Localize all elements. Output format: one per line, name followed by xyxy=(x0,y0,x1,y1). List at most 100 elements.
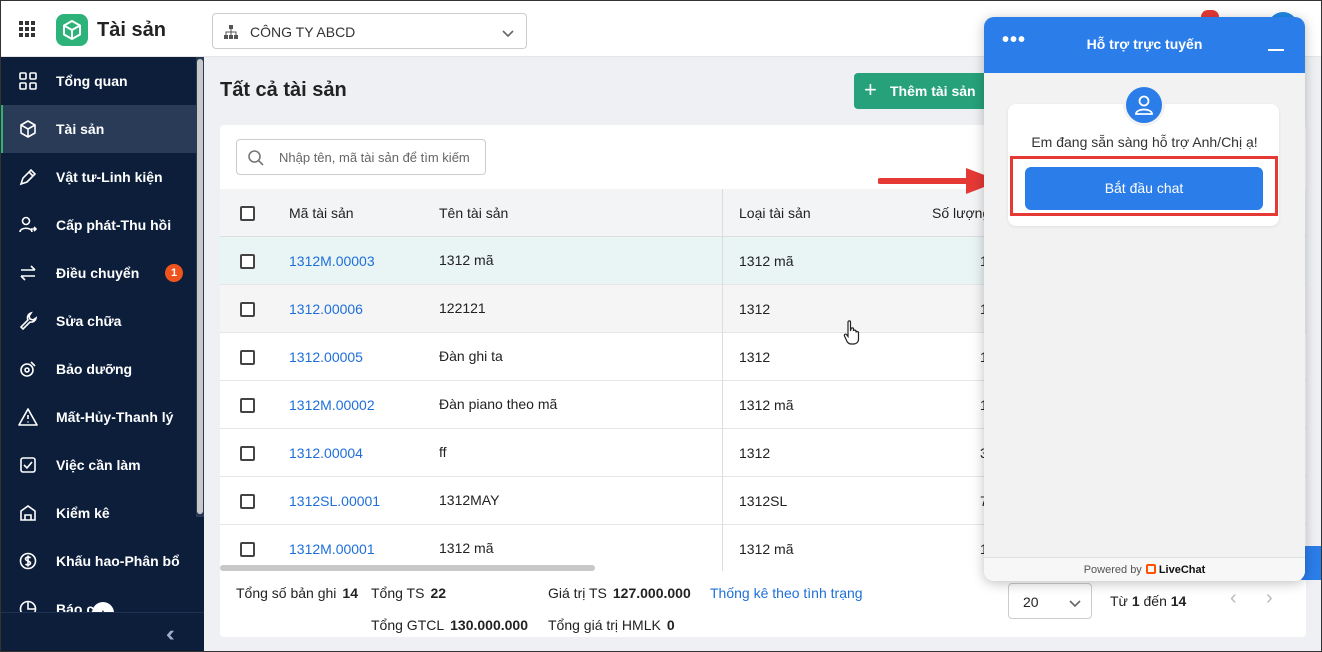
sidebar-item-label: Cấp phát-Thu hồi xyxy=(56,217,172,233)
sidebar-item-kiem-ke[interactable]: Kiểm kê xyxy=(0,489,196,537)
row-checkbox[interactable] xyxy=(240,254,255,269)
select-all-checkbox[interactable] xyxy=(240,206,255,221)
search-input[interactable]: Nhập tên, mã tài sản để tìm kiếm xyxy=(236,139,486,175)
sidebar-item-sua-chua[interactable]: Sửa chữa xyxy=(0,297,196,345)
column-header-type[interactable]: Loại tài sản xyxy=(739,205,811,221)
asset-type: 1312 mã xyxy=(739,541,794,557)
total-records: Tổng số bản ghi 14 xyxy=(236,585,358,601)
chat-welcome-message: Em đang sẵn sàng hỗ trợ Anh/Chị ạ! xyxy=(1031,134,1258,150)
wrench-icon xyxy=(18,311,38,331)
sidebar-item-dieu-chuyen[interactable]: Điều chuyển 1 xyxy=(0,249,196,297)
company-name: CÔNG TY ABCD xyxy=(250,24,356,40)
stats-by-status-link[interactable]: Thống kê theo tình trạng xyxy=(710,585,863,601)
sidebar-item-viec-can-lam[interactable]: Việc cần làm xyxy=(0,441,196,489)
search-icon xyxy=(247,149,265,170)
sidebar-item-label: Vật tư-Linh kiện xyxy=(56,169,163,185)
asset-value: Giá trị TS 127.000.000 xyxy=(548,585,691,601)
next-page-icon[interactable]: › xyxy=(1266,587,1273,610)
count-badge: 1 xyxy=(165,264,183,282)
sidebar-item-cap-phat[interactable]: Cấp phát-Thu hồi xyxy=(0,201,196,249)
add-asset-label: Thêm tài sản xyxy=(890,83,976,99)
row-checkbox[interactable] xyxy=(240,446,255,461)
column-header-quantity[interactable]: Số lượng xyxy=(932,205,990,221)
row-checkbox[interactable] xyxy=(240,302,255,317)
sidebar-item-mat-huy[interactable]: Mất-Hủy-Thanh lý xyxy=(0,393,196,441)
company-selector[interactable]: CÔNG TY ABCD xyxy=(212,13,527,49)
add-asset-button[interactable]: + Thêm tài sản xyxy=(854,73,994,109)
total-gtcl: Tổng GTCL 130.000.000 xyxy=(371,617,528,633)
livechat-logo-icon xyxy=(1145,564,1156,574)
asset-code-link[interactable]: 1312.00006 xyxy=(289,301,363,317)
app-title: Tài sản xyxy=(97,19,166,41)
asset-type: 1312 xyxy=(739,349,771,365)
collapse-sidebar-icon[interactable]: ‹‹ xyxy=(166,621,174,647)
sidebar-scroll-thumb[interactable] xyxy=(197,59,203,514)
asset-type: 1312 xyxy=(739,445,771,461)
asset-code-link[interactable]: 1312.00004 xyxy=(289,445,363,461)
livechat-widget: ••• Hỗ trợ trực tuyến Em đang sẵn sàng h… xyxy=(984,17,1305,581)
asset-type: 1312 mã xyxy=(739,253,794,269)
page-size-select[interactable]: 20 xyxy=(1008,583,1092,619)
column-header-code[interactable]: Mã tài sản xyxy=(289,205,354,221)
asset-name: 122121 xyxy=(439,300,486,316)
asset-code-link[interactable]: 1312M.00001 xyxy=(289,541,375,557)
sidebar-item-label: Khấu hao-Phân bổ xyxy=(56,553,180,569)
sidebar-item-khau-hao[interactable]: Khấu hao-Phân bổ xyxy=(0,537,196,585)
dollar-icon xyxy=(18,551,38,571)
highlight-box xyxy=(1010,156,1278,216)
inventory-icon xyxy=(18,503,38,523)
page-size-value: 20 xyxy=(1023,594,1039,610)
asset-type: 1312 mã xyxy=(739,397,794,413)
chevron-down-icon xyxy=(502,26,514,42)
asset-name: Đàn piano theo mã xyxy=(439,396,558,412)
column-divider xyxy=(722,189,723,573)
sidebar-item-label: Việc cần làm xyxy=(56,457,141,473)
sidebar-item-label: Bảo dưỡng xyxy=(56,361,133,377)
sidebar-item-label: Mất-Hủy-Thanh lý xyxy=(56,409,174,425)
asset-name: 1312MAY xyxy=(439,492,500,508)
row-checkbox[interactable] xyxy=(240,350,255,365)
chat-title: Hỗ trợ trực tuyến xyxy=(1086,36,1203,52)
maintenance-icon xyxy=(18,359,38,379)
sidebar-item-tong-quan[interactable]: Tổng quan xyxy=(0,57,196,105)
warning-icon xyxy=(18,407,38,427)
powered-by-footer[interactable]: Powered by LiveChat xyxy=(984,557,1305,581)
chat-header: ••• Hỗ trợ trực tuyến xyxy=(984,17,1305,73)
asset-code-link[interactable]: 1312SL.00001 xyxy=(289,493,380,509)
page-title: Tất cả tài sản xyxy=(220,79,347,101)
total-assets: Tổng TS 22 xyxy=(371,585,447,601)
asset-type: 1312SL xyxy=(739,493,788,509)
pagination-range: Từ 1 đến 14 xyxy=(1110,593,1187,609)
sidebar: Tổng quan Tài sản Vật tư-Linh kiện Cấp p… xyxy=(0,57,204,652)
asset-code-link[interactable]: 1312.00005 xyxy=(289,349,363,365)
chevron-down-icon xyxy=(1069,596,1081,612)
agent-avatar-icon xyxy=(1123,84,1165,126)
dashboard-icon xyxy=(18,71,38,91)
org-chart-icon xyxy=(223,24,239,43)
minimize-icon[interactable] xyxy=(1268,49,1284,51)
sidebar-footer: ‹‹ xyxy=(0,612,204,652)
prev-page-icon[interactable]: ‹ xyxy=(1230,587,1237,610)
total-hmlk: Tổng giá trị HMLK 0 xyxy=(548,617,675,633)
sidebar-item-label: Kiểm kê xyxy=(56,505,110,521)
checkbox-icon xyxy=(18,455,38,475)
sidebar-item-bao-duong[interactable]: Bảo dưỡng xyxy=(0,345,196,393)
asset-code-link[interactable]: 1312M.00003 xyxy=(289,253,375,269)
user-transfer-icon xyxy=(18,215,38,235)
row-checkbox[interactable] xyxy=(240,494,255,509)
app-grid-icon[interactable] xyxy=(19,21,35,37)
row-checkbox[interactable] xyxy=(240,542,255,557)
asset-type: 1312 xyxy=(739,301,771,317)
sidebar-item-label: Tổng quan xyxy=(56,73,128,89)
asset-code-link[interactable]: 1312M.00002 xyxy=(289,397,375,413)
hand-cursor-icon xyxy=(843,320,861,349)
row-checkbox[interactable] xyxy=(240,398,255,413)
plus-icon: + xyxy=(864,77,877,102)
cube-icon xyxy=(18,119,38,139)
sidebar-item-tai-san[interactable]: Tài sản xyxy=(0,105,196,153)
app-logo xyxy=(56,14,88,46)
sidebar-item-vat-tu[interactable]: Vật tư-Linh kiện xyxy=(0,153,196,201)
column-header-name[interactable]: Tên tài sản xyxy=(439,205,508,221)
sidebar-item-label: Sửa chữa xyxy=(56,313,122,329)
asset-name: Đàn ghi ta xyxy=(439,348,503,364)
